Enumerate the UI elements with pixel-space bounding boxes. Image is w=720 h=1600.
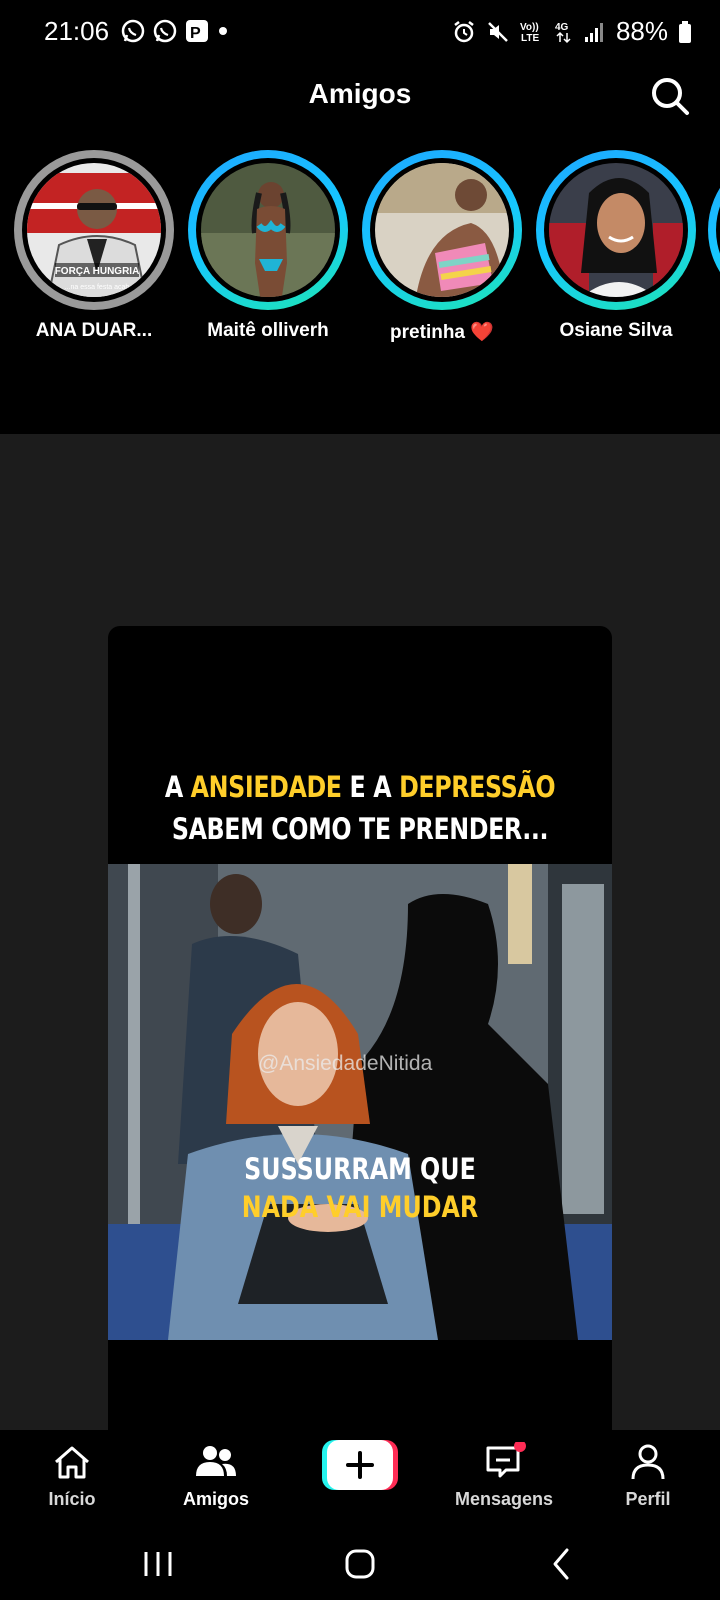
bottom-tab-bar: Início Amigos Mensagens Perfil [0,1430,720,1528]
battery-percent: 88% [615,16,668,46]
video-player[interactable]: A ANSIEDADE E A DEPRESSÃO SABEM COMO TE … [108,626,612,1430]
story-item[interactable]: FORÇA HUNGRIA ...na essa festa acab ANA … [14,150,174,342]
svg-text:Vo)): Vo)) [520,22,539,33]
parking-app-icon: P [186,20,208,42]
whatsapp-icon [153,19,177,43]
feed-area: A ANSIEDADE E A DEPRESSÃO SABEM COMO TE … [0,434,720,1430]
tab-label: Mensagens [454,1489,554,1509]
story-ring [362,150,522,310]
svg-text:LTE: LTE [521,33,539,44]
tab-profile[interactable]: Perfil [588,1442,708,1510]
inbox-icon [486,1440,526,1478]
story-name: Osiane Silva [559,320,673,341]
home-icon [55,1446,89,1479]
tab-friends[interactable]: Amigos [156,1442,276,1510]
story-name: ANA DUAR... [35,320,153,341]
story-ring [188,150,348,310]
story-name: Maitê olliverh [207,320,329,341]
video-scene-image [108,864,612,1340]
story-ring [536,150,696,310]
notification-icons: P [120,18,230,44]
tab-inbox[interactable]: Mensagens [444,1440,564,1510]
status-right: Vo)) LTE 4G 88% [452,16,692,47]
status-bar: 21:06 P Vo)) LTE 4G 88% [0,0,720,64]
avatar [201,163,335,297]
story-ring [708,150,720,310]
story-item[interactable] [708,150,720,310]
back-icon[interactable] [542,1544,582,1584]
avatar: FORÇA HUNGRIA ...na essa festa acab [27,163,161,297]
signal-icon [584,22,603,42]
friends-icon [196,1446,236,1476]
network-4g-icon: 4G [555,22,571,43]
battery-icon [679,20,691,43]
tab-home[interactable]: Início [12,1442,132,1510]
video-watermark: @AnsiedadeNitida [258,1052,433,1075]
notification-badge [514,1440,526,1452]
create-button[interactable] [322,1440,398,1490]
thumbnail-subcaption: ...na essa festa acab [65,284,130,291]
plus-icon [322,1440,398,1490]
page-header: Amigos [0,64,720,128]
mute-icon [488,21,508,42]
alarm-icon [454,20,474,42]
avatar [375,163,509,297]
home-nav-icon[interactable] [340,1544,380,1584]
whatsapp-icon [121,19,145,43]
avatar [549,163,683,297]
svg-text:P: P [190,25,201,42]
tab-label: Amigos [182,1489,249,1509]
page-title: Amigos [308,78,412,109]
story-item[interactable]: pretinha ❤️ [362,150,522,344]
video-caption-middle: SUSSURRAM QUE NADA VAI MUDAR [241,1152,479,1224]
story-ring: FORÇA HUNGRIA ...na essa festa acab [14,150,174,310]
dot-icon [219,27,227,35]
recent-apps-icon[interactable] [138,1544,178,1584]
story-name: pretinha ❤️ [390,322,494,343]
search-icon [652,78,689,115]
volte-icon: Vo))LTE [520,22,539,44]
system-nav-bar [0,1528,720,1600]
status-time: 21:06 [44,16,110,46]
story-item[interactable]: Osiane Silva [536,150,696,342]
search-button[interactable] [648,74,692,118]
stories-row: FORÇA HUNGRIA ...na essa festa acab ANA … [0,150,720,350]
story-item[interactable]: Maitê olliverh [188,150,348,342]
thumbnail-caption: FORÇA HUNGRIA [55,266,140,277]
svg-text:4G: 4G [555,22,569,33]
tab-label: Perfil [625,1489,671,1509]
tab-label: Início [48,1489,96,1509]
video-frame: @AnsiedadeNitida SUSSURRAM QUE NADA VAI … [108,864,612,1340]
video-caption-top: A ANSIEDADE E A DEPRESSÃO SABEM COMO TE … [164,770,556,846]
profile-icon [631,1444,665,1480]
